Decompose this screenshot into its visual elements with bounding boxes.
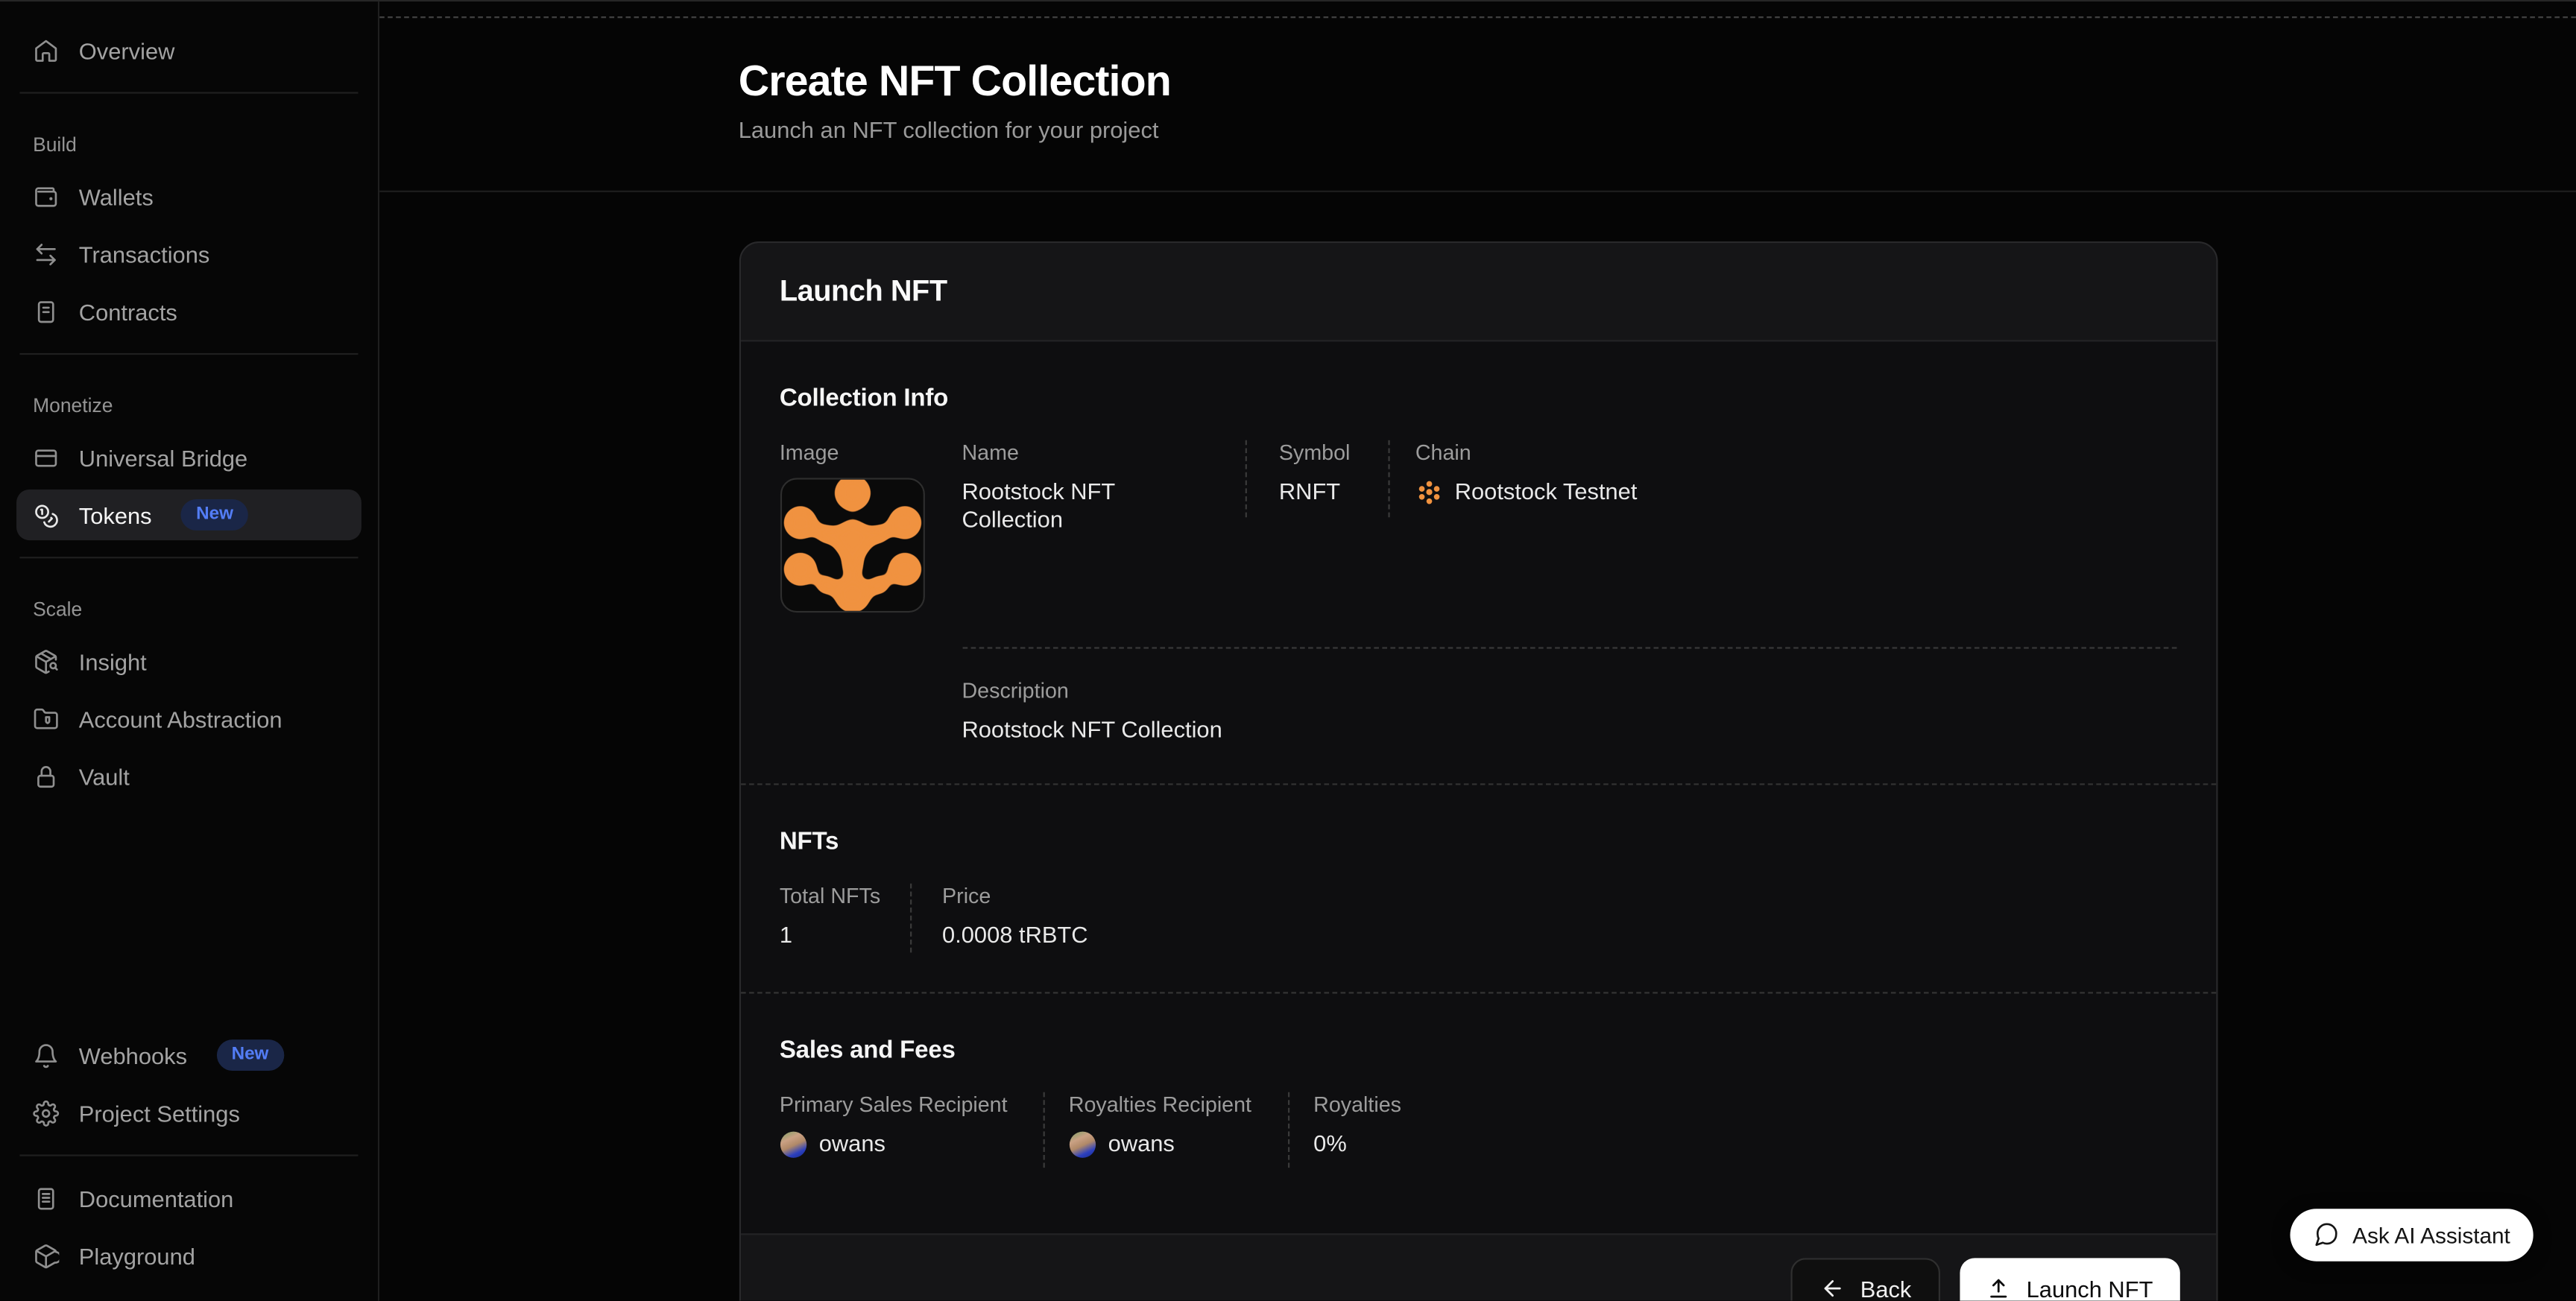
collection-info-heading: Collection Info [780,384,2176,412]
sidebar-section-monetize: Monetize [33,394,345,417]
page-title: Create NFT Collection [739,56,2217,105]
sidebar-item-universal-bridge[interactable]: Universal Bridge [16,432,362,483]
notebook-icon [33,298,59,324]
chat-bubble-icon [2313,1222,2339,1248]
avatar [780,1131,806,1157]
total-nfts-value: 1 [780,921,909,949]
sidebar: Overview Build Wallets Transactions Cont… [0,1,379,1300]
sidebar-item-wallets[interactable]: Wallets [16,171,362,221]
new-badge: New [181,499,248,531]
name-label: Name [962,440,1211,465]
main-area: Create NFT Collection Launch an NFT coll… [379,1,2576,1300]
ask-ai-assistant-button[interactable]: Ask AI Assistant [2290,1209,2533,1262]
top-dotted-divider [379,16,2576,18]
sidebar-item-documentation[interactable]: Documentation [16,1173,362,1224]
sidebar-item-label: Account Abstraction [79,706,282,732]
description-dashed-divider [962,647,2176,648]
arrows-left-right-icon [33,241,59,267]
sidebar-item-label: Playground [79,1242,195,1268]
primary-sales-recipient-label: Primary Sales Recipient [780,1092,1043,1117]
sales-fees-heading: Sales and Fees [780,1036,2176,1064]
new-badge: New [217,1039,284,1071]
description-value: Rootstock NFT Collection [962,716,2176,744]
page-subtitle: Launch an NFT collection for your projec… [739,116,2217,142]
sales-fees-section: Sales and Fees Primary Sales Recipient o… [740,993,2215,1233]
sidebar-item-label: Wallets [79,183,154,209]
card-footer: Back Launch NFT [740,1233,2215,1300]
sidebar-item-webhooks[interactable]: Webhooks New [16,1030,362,1080]
nfts-section: NFTs Total NFTs 1 Price 0.0008 tRBTC [740,785,2215,993]
sidebar-item-transactions[interactable]: Transactions [16,228,362,279]
sidebar-section-build: Build [33,133,345,156]
arrow-left-icon [1821,1276,1846,1301]
home-icon [33,37,59,63]
price-value: 0.0008 tRBTC [942,921,1088,949]
sidebar-item-label: Contracts [79,298,177,324]
description-label: Description [962,678,2176,703]
image-label: Image [780,440,924,465]
sidebar-item-label: Transactions [79,241,209,267]
sidebar-divider [19,557,358,558]
collection-info-section: Collection Info Image [740,341,2215,783]
chain-value: Rootstock Testnet [1455,478,1638,505]
sidebar-item-label: Project Settings [79,1100,240,1126]
launch-nft-card: Launch NFT Collection Info Image [739,241,2217,1301]
sidebar-bottom: Webhooks New Project Settings Documentat… [16,1030,362,1281]
back-button[interactable]: Back [1791,1258,1941,1300]
cube-icon [33,1242,59,1268]
price-label: Price [942,884,1088,908]
chain-label: Chain [1415,440,1638,465]
rootstock-chain-icon [1415,478,1442,504]
app-root: Overview Build Wallets Transactions Cont… [0,0,2576,1301]
upload-icon [1987,1276,2012,1301]
sidebar-item-account-abstraction[interactable]: Account Abstraction [16,693,362,744]
name-value: Rootstock NFT Collection [962,478,1211,534]
gear-icon [33,1100,59,1126]
royalties-recipient-value: owans [1108,1130,1175,1157]
sidebar-item-label: Overview [79,37,175,63]
sidebar-item-contracts[interactable]: Contracts [16,286,362,337]
total-nfts-label: Total NFTs [780,884,909,908]
symbol-value: RNFT [1279,478,1354,505]
book-icon [33,1185,59,1211]
sidebar-item-tokens[interactable]: Tokens New [16,490,362,540]
wallet-icon [33,183,59,209]
symbol-label: Symbol [1279,440,1354,465]
launch-nft-button[interactable]: Launch NFT [1960,1258,2179,1300]
royalties-value: 0% [1313,1130,1401,1157]
sidebar-divider [19,1154,358,1156]
sidebar-divider [19,353,358,355]
primary-sales-recipient-value: owans [819,1130,886,1157]
sidebar-item-label: Webhooks [79,1042,187,1068]
credit-card-icon [33,444,59,470]
sidebar-item-label: Universal Bridge [79,444,247,470]
sidebar-divider [19,92,358,93]
avatar [1069,1131,1095,1157]
sidebar-item-insight[interactable]: Insight [16,636,362,686]
sidebar-item-playground[interactable]: Playground [16,1230,362,1281]
folder-shield-icon [33,706,59,732]
sidebar-item-overview[interactable]: Overview [16,25,362,75]
lock-icon [33,763,59,789]
card-header: Launch NFT [740,243,2215,341]
sidebar-item-label: Insight [79,648,147,674]
sidebar-section-scale: Scale [33,598,345,621]
sidebar-item-label: Vault [79,763,130,789]
sidebar-item-project-settings[interactable]: Project Settings [16,1087,362,1138]
package-search-icon [33,648,59,674]
royalties-recipient-label: Royalties Recipient [1069,1092,1287,1117]
sidebar-item-label: Documentation [79,1185,234,1211]
page-header: Create NFT Collection Launch an NFT coll… [379,1,2576,192]
royalties-label: Royalties [1313,1092,1401,1117]
card-title: Launch NFT [780,274,2176,308]
nfts-heading: NFTs [780,828,2176,855]
sidebar-item-vault[interactable]: Vault [16,750,362,801]
coins-icon [33,501,59,528]
sidebar-item-label: Tokens [79,501,152,528]
nft-collection-image [780,478,924,612]
bell-icon [33,1042,59,1068]
